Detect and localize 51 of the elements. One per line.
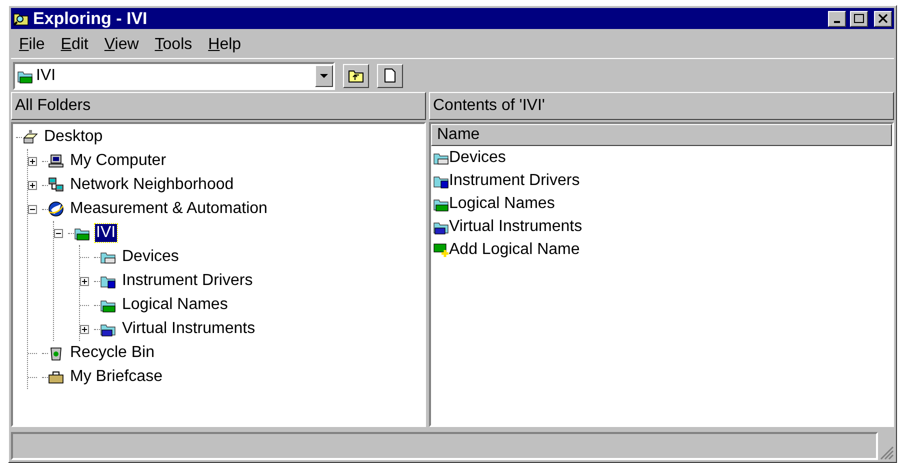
maximize-button[interactable]	[850, 10, 868, 26]
briefcase-icon	[48, 369, 64, 385]
globe-icon	[48, 201, 64, 217]
tree-item[interactable]: My Computer	[69, 152, 168, 170]
up-folder-icon	[348, 68, 364, 82]
window-title: Exploring - IVI	[33, 10, 148, 27]
close-icon	[878, 14, 888, 23]
collapse-toggle[interactable]	[54, 228, 63, 238]
tree-item[interactable]: Devices	[121, 248, 180, 266]
network-icon	[48, 177, 64, 193]
document-icon	[384, 68, 396, 83]
pane-header: All Folders	[11, 92, 426, 120]
recycle-bin-icon	[48, 345, 64, 361]
tree-item[interactable]: Network Neighborhood	[69, 176, 235, 194]
up-folder-button[interactable]	[343, 64, 369, 88]
tree-item[interactable]: Desktop	[43, 128, 104, 146]
tree-item[interactable]: My Briefcase	[69, 368, 164, 386]
expand-toggle[interactable]	[80, 276, 89, 286]
menu-item[interactable]: Edit	[54, 33, 94, 57]
resize-grip-icon	[880, 446, 894, 460]
maximize-icon	[854, 14, 864, 23]
explorer-icon	[13, 10, 29, 26]
address-combo[interactable]: IVI	[13, 62, 335, 90]
tree-item[interactable]: Virtual Instruments	[121, 320, 256, 338]
list-item[interactable]: Devices	[449, 146, 506, 170]
list-item[interactable]: Logical Names	[449, 192, 555, 216]
dropdown-arrow-icon	[320, 74, 328, 78]
tree-item[interactable]: Instrument Drivers	[121, 272, 254, 290]
tree-item[interactable]: Recycle Bin	[69, 344, 156, 362]
tree-item[interactable]: IVI	[95, 224, 117, 242]
pane-header: Contents of 'IVI'	[429, 92, 894, 120]
list-item[interactable]: Virtual Instruments	[449, 214, 582, 238]
tree-item[interactable]: Measurement & Automation	[69, 200, 268, 218]
menu-item[interactable]: View	[98, 33, 145, 57]
expand-toggle[interactable]	[80, 324, 89, 334]
new-document-button[interactable]	[377, 64, 403, 88]
menu-item[interactable]: Help	[202, 33, 248, 57]
add-icon	[433, 242, 449, 258]
list-item[interactable]: Instrument Drivers	[449, 168, 580, 192]
menu-item[interactable]: File	[13, 33, 51, 57]
expand-toggle[interactable]	[28, 180, 37, 190]
expand-toggle[interactable]	[28, 156, 37, 166]
column-header[interactable]: Name	[431, 124, 892, 146]
minimize-button[interactable]	[828, 10, 846, 26]
minimize-icon	[834, 20, 840, 22]
computer-icon	[48, 153, 64, 169]
collapse-toggle[interactable]	[28, 204, 37, 214]
menu-item[interactable]: Tools	[148, 33, 198, 57]
list-item[interactable]: Add Logical Name	[449, 238, 580, 262]
tree-item[interactable]: Logical Names	[121, 296, 229, 314]
close-button[interactable]	[874, 10, 892, 26]
